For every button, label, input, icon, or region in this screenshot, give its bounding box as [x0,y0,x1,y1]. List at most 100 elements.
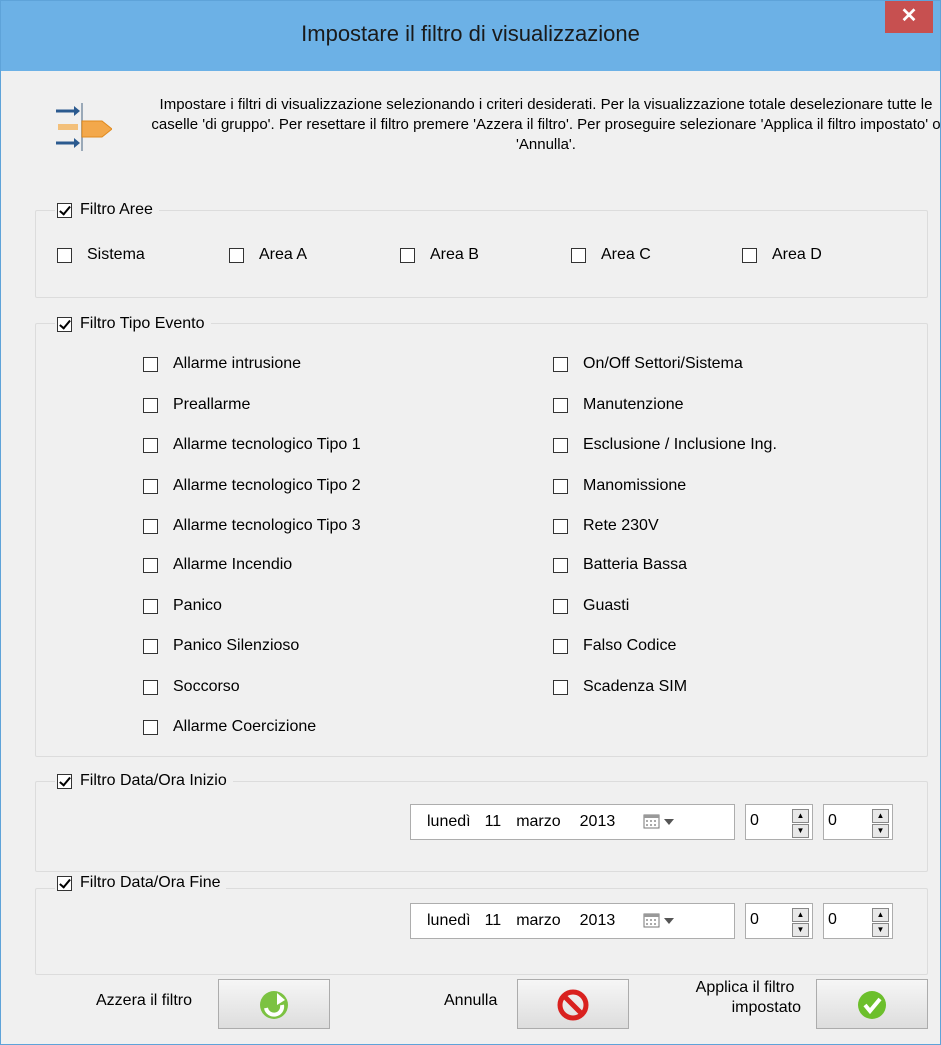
event-option[interactable]: Panico Silenzioso [143,635,299,657]
checkbox[interactable] [553,598,568,614]
checkbox[interactable] [553,679,568,695]
filtro-inizio-checkbox[interactable] [57,773,72,789]
start-hour-stepper[interactable]: 0 ▲ ▼ [745,804,813,840]
checkbox[interactable] [143,679,158,695]
option-label: Falso Codice [583,637,677,654]
apply-button[interactable] [816,979,928,1029]
close-button[interactable]: ✕ [885,1,933,33]
start-minute-value: 0 [828,812,837,829]
event-option[interactable]: Preallarme [143,394,250,416]
option-label: Area A [259,246,308,263]
end-minute-stepper[interactable]: 0 ▲ ▼ [823,903,893,939]
event-option[interactable]: Allarme Coercizione [143,716,316,738]
event-option[interactable]: Falso Codice [553,635,676,657]
spin-down-arrow-icon[interactable]: ▼ [792,824,809,838]
event-option[interactable]: Panico [143,595,222,617]
checkbox[interactable] [143,557,158,573]
event-option[interactable]: Manutenzione [553,394,684,416]
checkbox[interactable] [143,356,158,372]
end-hour-value: 0 [750,911,759,928]
checkbox[interactable] [571,247,586,263]
option-label: Preallarme [173,396,251,413]
cancel-label: Annulla [444,992,498,1009]
start-date-picker[interactable]: lunedì 11 marzo 2013 [410,804,735,840]
filtro-inizio-label: Filtro Data/Ora Inizio [80,772,227,789]
checkbox[interactable] [57,247,72,263]
title-bar: Impostare il filtro di visualizzazione ✕ [1,1,940,71]
checkbox[interactable] [553,478,568,494]
start-weekday: lunedì [427,813,471,830]
event-option[interactable]: Allarme tecnologico Tipo 3 [143,515,361,537]
checkbox[interactable] [143,397,158,413]
event-option[interactable]: Allarme tecnologico Tipo 2 [143,475,361,497]
spin-up-arrow-icon[interactable]: ▲ [872,908,889,922]
option-label: Sistema [87,246,145,263]
event-option[interactable]: On/Off Settori/Sistema [553,353,743,375]
area-option-a[interactable]: Area A [229,244,307,266]
area-option-b[interactable]: Area B [400,244,479,266]
area-option-c[interactable]: Area C [571,244,651,266]
spin-down-arrow-icon[interactable]: ▼ [872,923,889,937]
event-option[interactable]: Soccorso [143,676,240,698]
event-option[interactable]: Allarme tecnologico Tipo 1 [143,434,361,456]
apply-label: Applica il filtro impostato [685,978,805,1018]
option-label: Esclusione / Inclusione Ing. [583,436,777,453]
filtro-tipo-evento-legend[interactable]: Filtro Tipo Evento [55,313,211,335]
spin-up-arrow-icon[interactable]: ▲ [792,908,809,922]
event-option[interactable]: Allarme Incendio [143,554,292,576]
event-option[interactable]: Esclusione / Inclusione Ing. [553,434,777,456]
end-date-picker[interactable]: lunedì 11 marzo 2013 [410,903,735,939]
checkbox[interactable] [143,478,158,494]
end-day: 11 [484,912,502,929]
checkbox[interactable] [143,437,158,453]
filtro-inizio-legend[interactable]: Filtro Data/Ora Inizio [55,770,233,792]
event-option[interactable]: Scadenza SIM [553,676,687,698]
filtro-aree-legend[interactable]: Filtro Aree [55,199,159,221]
option-label: Scadenza SIM [583,678,688,695]
spin-up-arrow-icon[interactable]: ▲ [872,809,889,823]
option-label: Allarme Incendio [173,556,293,573]
checkbox[interactable] [742,247,757,263]
checkbox[interactable] [553,557,568,573]
checkbox[interactable] [143,719,158,735]
option-label: Allarme intrusione [173,355,302,372]
event-option[interactable]: Rete 230V [553,515,659,537]
checkbox[interactable] [143,598,158,614]
area-option-d[interactable]: Area D [742,244,822,266]
checkbox[interactable] [143,518,158,534]
no-entry-icon [557,989,589,1021]
filter-arrows-icon [52,97,113,157]
checkbox[interactable] [229,247,244,263]
filtro-fine-legend[interactable]: Filtro Data/Ora Fine [55,872,227,894]
option-label: Area D [772,246,822,263]
end-year: 2013 [579,912,616,929]
filtro-fine-checkbox[interactable] [57,875,72,891]
calendar-dropdown-icon[interactable] [643,913,675,929]
checkbox[interactable] [553,356,568,372]
calendar-dropdown-icon[interactable] [643,814,675,830]
event-option[interactable]: Manomissione [553,475,686,497]
checkbox[interactable] [553,638,568,654]
area-option-sistema[interactable]: Sistema [57,244,145,266]
start-minute-stepper[interactable]: 0 ▲ ▼ [823,804,893,840]
event-option[interactable]: Batteria Bassa [553,554,687,576]
spin-down-arrow-icon[interactable]: ▼ [792,923,809,937]
option-label: Allarme Coercizione [173,718,317,735]
checkbox[interactable] [553,518,568,534]
checkbox[interactable] [400,247,415,263]
option-label: Area C [601,246,651,263]
checkbox[interactable] [553,437,568,453]
event-option[interactable]: Allarme intrusione [143,353,301,375]
spin-down-arrow-icon[interactable]: ▼ [872,824,889,838]
cancel-button[interactable] [517,979,629,1029]
event-option[interactable]: Guasti [553,595,629,617]
end-minute-value: 0 [828,911,837,928]
reset-label: Azzera il filtro [96,992,193,1009]
end-hour-stepper[interactable]: 0 ▲ ▼ [745,903,813,939]
checkbox[interactable] [143,638,158,654]
spin-up-arrow-icon[interactable]: ▲ [792,809,809,823]
filtro-tipo-evento-checkbox[interactable] [57,316,72,332]
reset-button[interactable] [218,979,330,1029]
checkbox[interactable] [553,397,568,413]
filtro-aree-checkbox[interactable] [57,202,72,218]
